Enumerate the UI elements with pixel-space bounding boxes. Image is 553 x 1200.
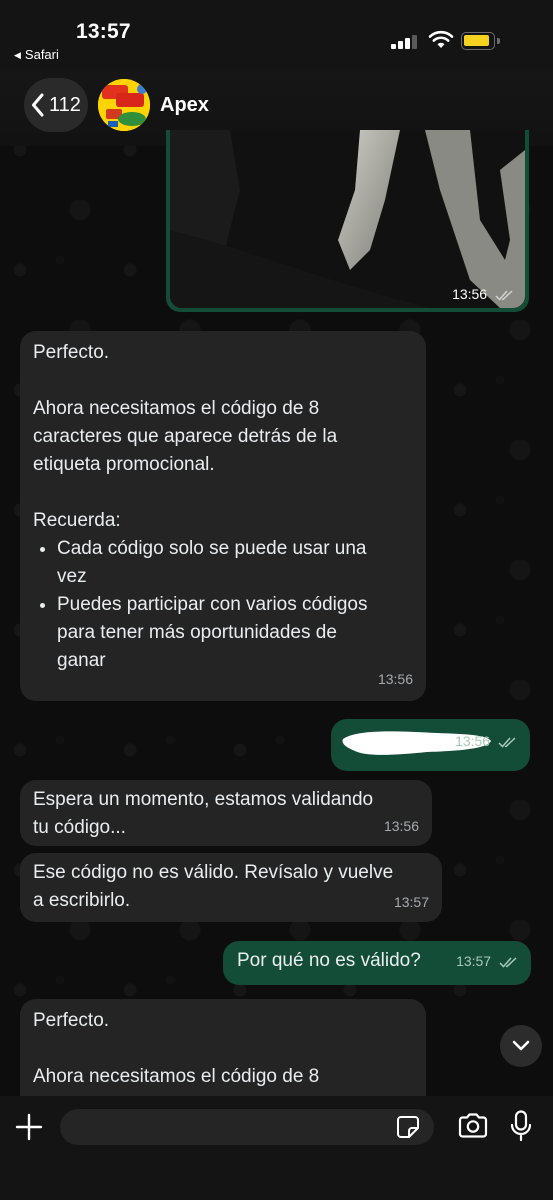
avatar-image bbox=[98, 79, 150, 131]
photo-content bbox=[170, 130, 525, 308]
message-text: Perfecto. bbox=[33, 342, 110, 363]
message-time: 13:56 bbox=[452, 286, 515, 302]
message-text: Perfecto. bbox=[33, 1010, 110, 1031]
message-text: Por qué no es válido? bbox=[237, 950, 421, 971]
message-text: Ahora necesitamos el código de 8 bbox=[33, 398, 320, 419]
message-text: caracteres que aparece detrás de la bbox=[33, 426, 338, 447]
image-message[interactable]: 13:56 bbox=[166, 130, 529, 312]
double-check-icon bbox=[498, 737, 516, 748]
sticker-icon[interactable] bbox=[396, 1115, 420, 1139]
message-time: 13:57 bbox=[456, 947, 519, 975]
back-button[interactable]: 112 bbox=[24, 78, 88, 132]
message-text: Espera un momento, estamos validando bbox=[33, 789, 374, 810]
battery-icon bbox=[461, 32, 495, 50]
battery-level bbox=[464, 35, 489, 46]
message-input[interactable] bbox=[60, 1109, 434, 1145]
wifi-icon bbox=[428, 30, 454, 48]
outgoing-message[interactable]: Por qué no es válido? 13:57 bbox=[223, 941, 531, 985]
list-item: Cada código solo se puede usar una vez bbox=[57, 535, 414, 591]
message-time: 13:57 bbox=[393, 894, 429, 910]
back-app-label: Safari bbox=[24, 47, 59, 62]
message-text: etiqueta promocional. bbox=[33, 454, 215, 475]
outgoing-message[interactable]: 13:56 bbox=[331, 719, 530, 771]
incoming-message[interactable]: Espera un momento, estamos validando tu … bbox=[20, 780, 432, 846]
camera-icon[interactable] bbox=[457, 1113, 489, 1139]
message-text: Ahora necesitamos el código de 8 bbox=[33, 1066, 320, 1087]
incoming-message[interactable]: Ese código no es válido. Revísalo y vuel… bbox=[20, 853, 442, 922]
image-thumbnail[interactable] bbox=[170, 130, 525, 308]
incoming-message[interactable]: Perfecto. Ahora necesitamos el código de… bbox=[20, 331, 426, 701]
message-time: 13:56 bbox=[377, 671, 413, 687]
battery-tip bbox=[497, 38, 500, 44]
scroll-to-bottom-button[interactable] bbox=[500, 1025, 542, 1067]
bullet-list: Cada código solo se puede usar una vez P… bbox=[33, 535, 414, 675]
status-time: 13:57 bbox=[76, 20, 131, 43]
message-input-bar bbox=[0, 1096, 553, 1200]
back-triangle-icon: ◀ bbox=[14, 50, 21, 60]
message-text: a escribirlo. bbox=[33, 890, 131, 911]
avatar[interactable] bbox=[98, 79, 150, 131]
message-time: 13:56 bbox=[455, 727, 518, 755]
contact-name[interactable]: Apex bbox=[160, 94, 209, 117]
message-time: 13:56 bbox=[383, 818, 419, 834]
list-item: Puedes participar con varios códigos par… bbox=[57, 591, 414, 675]
message-text: Ese código no es válido. Revísalo y vuel… bbox=[33, 862, 394, 883]
status-bar: 13:57 ◀ Safari bbox=[0, 0, 553, 70]
double-check-icon bbox=[499, 957, 517, 968]
double-check-icon bbox=[495, 290, 513, 301]
plus-icon[interactable] bbox=[15, 1113, 43, 1141]
cellular-signal-icon bbox=[391, 33, 421, 49]
message-text: Recuerda: bbox=[33, 510, 121, 531]
chevron-left-icon bbox=[32, 93, 44, 117]
microphone-icon[interactable] bbox=[510, 1110, 532, 1142]
whatsapp-chat-screen: 13:57 ◀ Safari 112 Apex 13:56 Perfecto. … bbox=[0, 0, 553, 1200]
message-text: tu código... bbox=[33, 817, 126, 838]
back-to-app-link[interactable]: ◀ Safari bbox=[14, 47, 59, 62]
chevron-down-icon bbox=[512, 1040, 530, 1051]
unread-count: 112 bbox=[49, 93, 81, 116]
